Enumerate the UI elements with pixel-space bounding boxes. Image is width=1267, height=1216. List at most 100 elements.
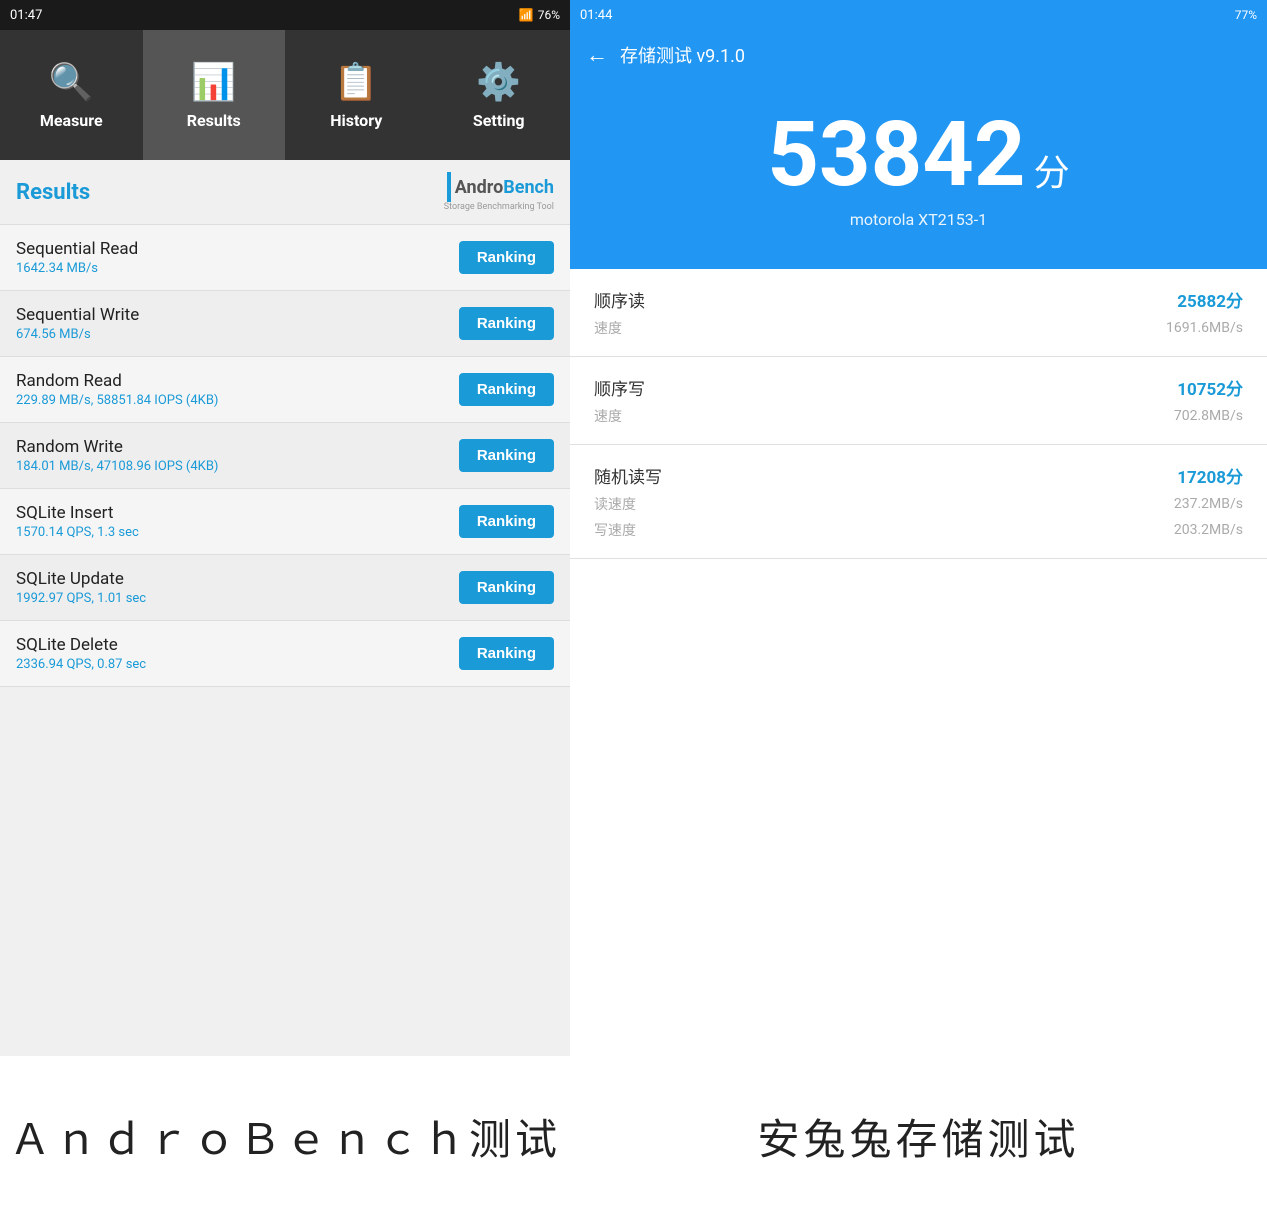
metric-value-sub: 1691.6MB/s [1166,320,1243,336]
benchmark-item: Sequential Write 674.56 MB/s Ranking [0,291,570,357]
tab-results[interactable]: 📊 Results [143,30,286,160]
left-bottom-text: ＡｎｄｒｏＢｅｎｃｈ测试 [9,1106,561,1167]
benchmark-list: Sequential Read 1642.34 MB/s Ranking Seq… [0,225,570,1056]
benchmark-info: SQLite Update 1992.97 QPS, 1.01 sec [16,569,146,606]
metric-value: 10752分 [1177,375,1243,400]
benchmark-info: Random Read 229.89 MB/s, 58851.84 IOPS (… [16,371,218,408]
benchmark-value: 674.56 MB/s [16,327,139,342]
benchmark-value: 1992.97 QPS, 1.01 sec [16,591,146,606]
bottom-label-left: ＡｎｄｒｏＢｅｎｃｈ测试 [0,1056,570,1216]
metrics-section: 顺序读 25882分 速度 1691.6MB/s 顺序写 10752分 速度 7… [570,269,1267,1056]
benchmark-info: Sequential Read 1642.34 MB/s [16,239,138,276]
signal-icon: 📶 [519,8,534,22]
results-title: Results [16,180,90,205]
status-icons-right: 77% [1235,8,1257,22]
metric-label: 顺序写 [594,375,645,400]
score-unit: 分 [1034,144,1070,196]
time-right: 01:44 [580,8,612,23]
tab-history-label: History [330,111,382,130]
benchmark-value: 229.89 MB/s, 58851.84 IOPS (4KB) [16,393,218,408]
ranking-button[interactable]: Ranking [459,505,554,538]
metric-value-sub: 237.2MB/s [1174,496,1243,512]
score-main: 53842 分 [767,110,1069,200]
benchmark-name: SQLite Delete [16,635,146,655]
metric-value: 17208分 [1177,463,1243,488]
benchmark-value: 184.01 MB/s, 47108.96 IOPS (4KB) [16,459,218,474]
bottom-label-right: 安兔兔存储测试 [570,1056,1267,1216]
tab-history[interactable]: 📋 History [285,30,428,160]
ranking-button[interactable]: Ranking [459,241,554,274]
metric-group: 顺序写 10752分 速度 702.8MB/s [570,357,1267,445]
benchmark-info: SQLite Delete 2336.94 QPS, 0.87 sec [16,635,146,672]
ranking-button[interactable]: Ranking [459,571,554,604]
benchmark-item: Random Write 184.01 MB/s, 47108.96 IOPS … [0,423,570,489]
status-bar-right: 01:44 77% [570,0,1267,30]
metric-value: 25882分 [1177,287,1243,312]
ranking-button[interactable]: Ranking [459,373,554,406]
metric-label-sub: 写速度 [594,520,636,540]
status-bar-left: 01:47 📶 76% [0,0,570,30]
metric-group: 随机读写 17208分 读速度 237.2MB/s 写速度 203.2MB/s [570,445,1267,559]
metric-row-main: 顺序写 10752分 [594,375,1243,400]
metric-row-main: 顺序读 25882分 [594,287,1243,312]
benchmark-value: 1642.34 MB/s [16,261,138,276]
ranking-button[interactable]: Ranking [459,439,554,472]
tab-setting-label: Setting [473,111,525,130]
metric-group: 顺序读 25882分 速度 1691.6MB/s [570,269,1267,357]
benchmark-name: SQLite Update [16,569,146,589]
benchmark-name: Sequential Write [16,305,139,325]
benchmark-value: 2336.94 QPS, 0.87 sec [16,657,146,672]
right-bottom-text: 安兔兔存储测试 [757,1106,1079,1167]
time-left: 01:47 [10,8,42,23]
benchmark-item: SQLite Update 1992.97 QPS, 1.01 sec Rank… [0,555,570,621]
metric-row-sub: 速度 702.8MB/s [594,406,1243,426]
benchmark-name: SQLite Insert [16,503,139,523]
right-panel: 01:44 77% ← 存储测试 v9.1.0 53842 分 motorola… [570,0,1267,1216]
measure-icon: 🔍 [49,61,94,103]
benchmark-name: Random Read [16,371,218,391]
left-panel: 01:47 📶 76% 🔍 Measure 📊 Results 📋 Histor… [0,0,570,1216]
benchmark-info: Random Write 184.01 MB/s, 47108.96 IOPS … [16,437,218,474]
benchmark-item: SQLite Delete 2336.94 QPS, 0.87 sec Rank… [0,621,570,687]
benchmark-item: SQLite Insert 1570.14 QPS, 1.3 sec Ranki… [0,489,570,555]
score-number: 53842 [767,110,1025,200]
metric-label-sub: 读速度 [594,494,636,514]
tab-results-label: Results [187,111,241,130]
status-icons-left: 📶 76% [519,8,560,22]
ranking-button[interactable]: Ranking [459,637,554,670]
tab-measure-label: Measure [40,111,103,130]
metric-value-sub: 203.2MB/s [1174,522,1243,538]
metric-label: 顺序读 [594,287,645,312]
back-button[interactable]: ← [586,42,608,68]
score-section: 53842 分 motorola XT2153-1 [570,80,1267,269]
ranking-button[interactable]: Ranking [459,307,554,340]
history-icon: 📋 [334,61,379,103]
battery-right: 77% [1235,8,1257,22]
results-icon: 📊 [191,61,236,103]
metric-label: 随机读写 [594,463,662,488]
benchmark-item: Sequential Read 1642.34 MB/s Ranking [0,225,570,291]
score-device: motorola XT2153-1 [850,210,987,229]
benchmark-name: Sequential Read [16,239,138,259]
metric-value-sub: 702.8MB/s [1174,408,1243,424]
metric-label-sub: 速度 [594,406,622,426]
results-header: Results AndroBench Storage Benchmarking … [0,160,570,225]
metric-label-sub: 速度 [594,318,622,338]
benchmark-value: 1570.14 QPS, 1.3 sec [16,525,139,540]
androbench-logo: AndroBench Storage Benchmarking Tool [444,172,554,212]
metric-row-sub: 读速度 237.2MB/s [594,494,1243,514]
tab-measure[interactable]: 🔍 Measure [0,30,143,160]
benchmark-info: Sequential Write 674.56 MB/s [16,305,139,342]
metric-row-main: 随机读写 17208分 [594,463,1243,488]
logo-name: AndroBench [455,177,554,198]
tab-setting[interactable]: ⚙️ Setting [428,30,571,160]
benchmark-name: Random Write [16,437,218,457]
metric-row-sub: 写速度 203.2MB/s [594,520,1243,540]
nav-tabs: 🔍 Measure 📊 Results 📋 History ⚙️ Setting [0,30,570,160]
metric-row-sub: 速度 1691.6MB/s [594,318,1243,338]
benchmark-item: Random Read 229.89 MB/s, 58851.84 IOPS (… [0,357,570,423]
benchmark-info: SQLite Insert 1570.14 QPS, 1.3 sec [16,503,139,540]
top-bar-right: ← 存储测试 v9.1.0 [570,30,1267,80]
logo-sub: Storage Benchmarking Tool [444,202,554,212]
top-bar-title: 存储测试 v9.1.0 [620,42,745,68]
